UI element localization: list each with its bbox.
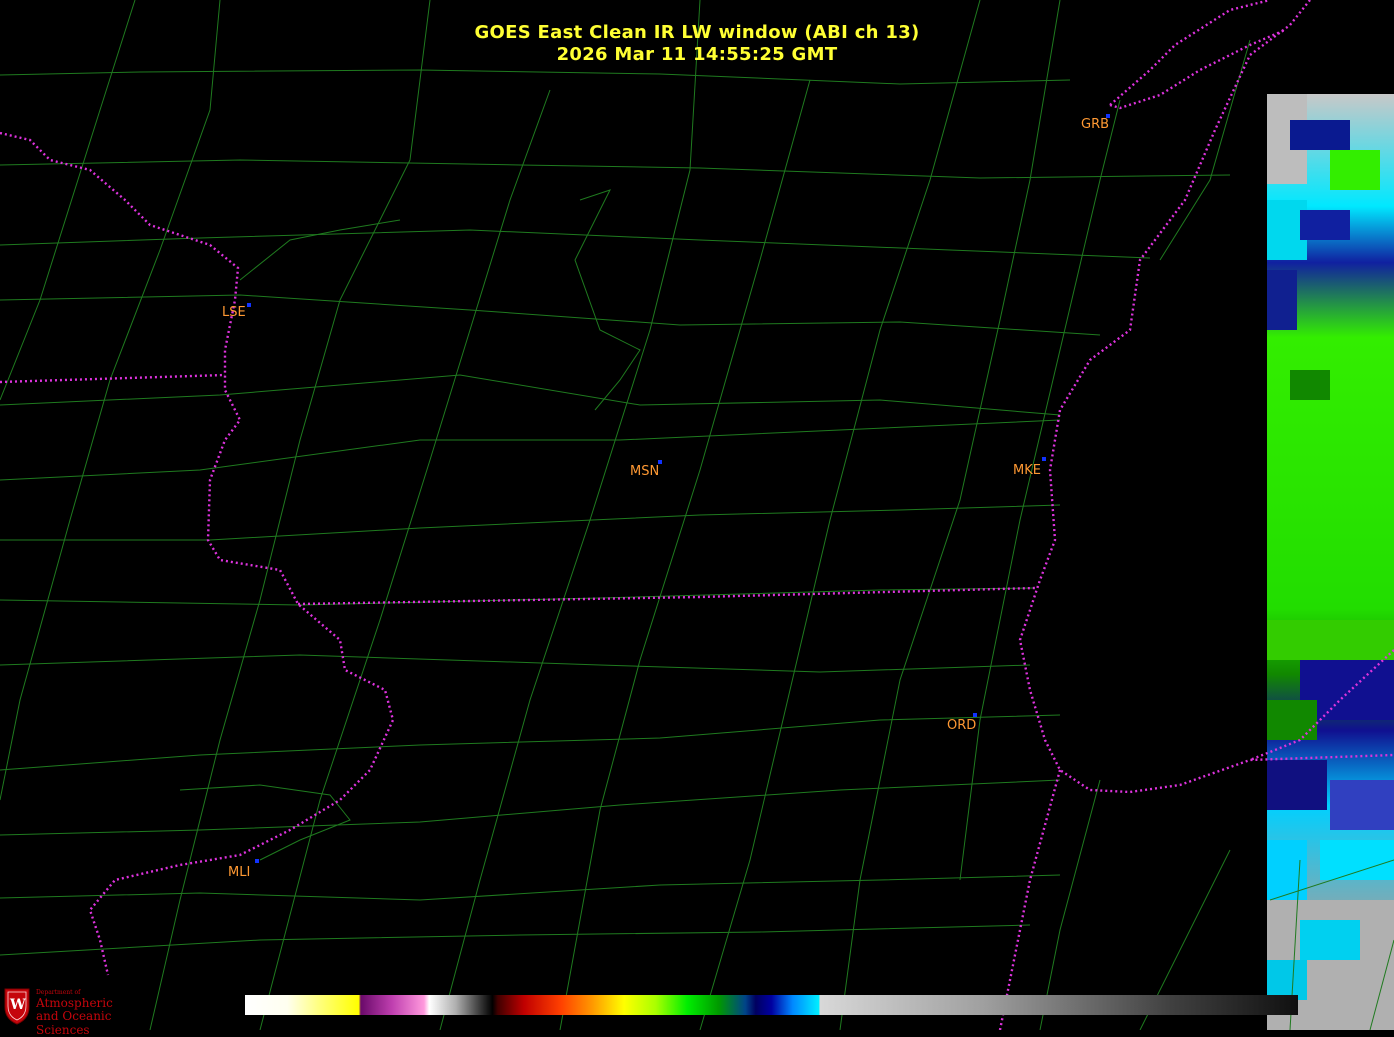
cloud-imagery	[1267, 94, 1394, 1030]
station-label-msn: MSN	[630, 464, 660, 479]
logo-text-line1: Atmospheric	[36, 996, 113, 1010]
station-marker-mke	[1042, 457, 1046, 461]
logo-text-line2: and Oceanic Sciences	[36, 1009, 112, 1037]
station-label-ord: ORD	[947, 718, 977, 733]
station-marker-ord	[973, 713, 977, 717]
image-timestamp: 2026 Mar 11 14:55:25 GMT	[556, 44, 838, 65]
aos-logo: W Department of Atmospheric and Oceanic …	[2, 985, 162, 1037]
station-marker-lse	[247, 303, 251, 307]
station-label-mli: MLI	[228, 865, 251, 880]
logo-department-of: Department of	[36, 989, 81, 996]
temperature-colorbar	[245, 995, 1298, 1015]
uw-crest-letter: W	[10, 997, 26, 1013]
image-title: GOES East Clean IR LW window (ABI ch 13)	[474, 22, 920, 43]
station-label-lse: LSE	[222, 305, 246, 320]
station-marker-mli	[255, 859, 259, 863]
station-label-mke: MKE	[1013, 463, 1041, 478]
station-label-grb: GRB	[1081, 117, 1110, 132]
satellite-map[interactable]	[0, 0, 1394, 1030]
